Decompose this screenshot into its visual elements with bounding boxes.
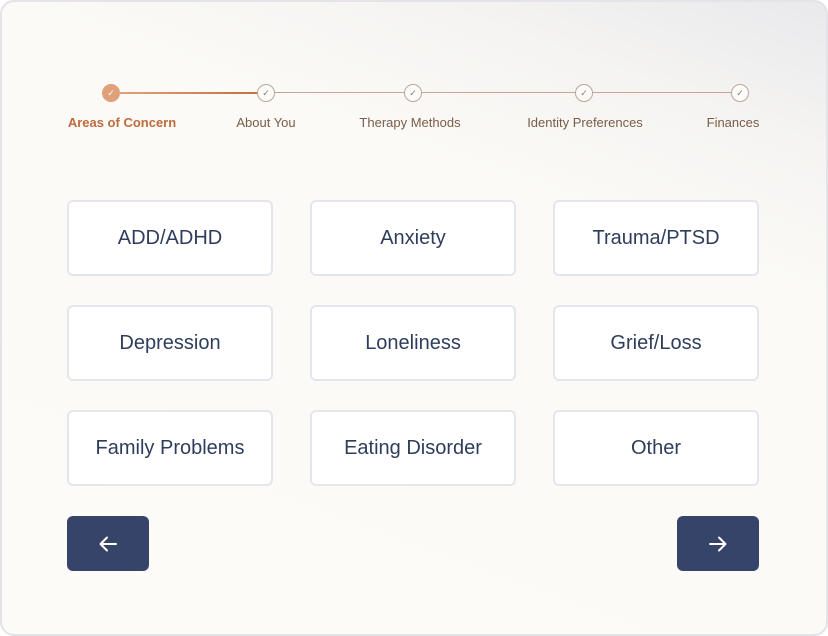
step-label-about-you[interactable]: About You [236, 115, 295, 130]
step-2-check-icon[interactable]: ✓ [257, 84, 275, 102]
arrow-right-icon [709, 536, 727, 551]
option-add-adhd[interactable]: ADD/ADHD [67, 200, 273, 276]
next-button[interactable] [677, 516, 759, 571]
step-4-check-icon[interactable]: ✓ [575, 84, 593, 102]
step-label-identity-preferences[interactable]: Identity Preferences [527, 115, 643, 130]
step-5-check-icon[interactable]: ✓ [731, 84, 749, 102]
option-loneliness[interactable]: Loneliness [310, 305, 516, 381]
option-eating-disorder[interactable]: Eating Disorder [310, 410, 516, 486]
option-grief-loss[interactable]: Grief/Loss [553, 305, 759, 381]
step-label-areas-of-concern[interactable]: Areas of Concern [68, 115, 176, 130]
arrow-left-icon [99, 536, 117, 551]
step-label-therapy-methods[interactable]: Therapy Methods [359, 115, 460, 130]
option-family-problems[interactable]: Family Problems [67, 410, 273, 486]
option-anxiety[interactable]: Anxiety [310, 200, 516, 276]
step-1-check-icon[interactable]: ✓ [102, 84, 120, 102]
step-3-check-icon[interactable]: ✓ [404, 84, 422, 102]
stepper-track-progress [120, 92, 258, 94]
option-depression[interactable]: Depression [67, 305, 273, 381]
step-label-finances[interactable]: Finances [707, 115, 760, 130]
progress-stepper: ✓ ✓ ✓ ✓ ✓ Areas of Concern About You The… [2, 2, 826, 142]
onboarding-card: ✓ ✓ ✓ ✓ ✓ Areas of Concern About You The… [0, 0, 828, 636]
back-button[interactable] [67, 516, 149, 571]
option-other[interactable]: Other [553, 410, 759, 486]
option-trauma-ptsd[interactable]: Trauma/PTSD [553, 200, 759, 276]
